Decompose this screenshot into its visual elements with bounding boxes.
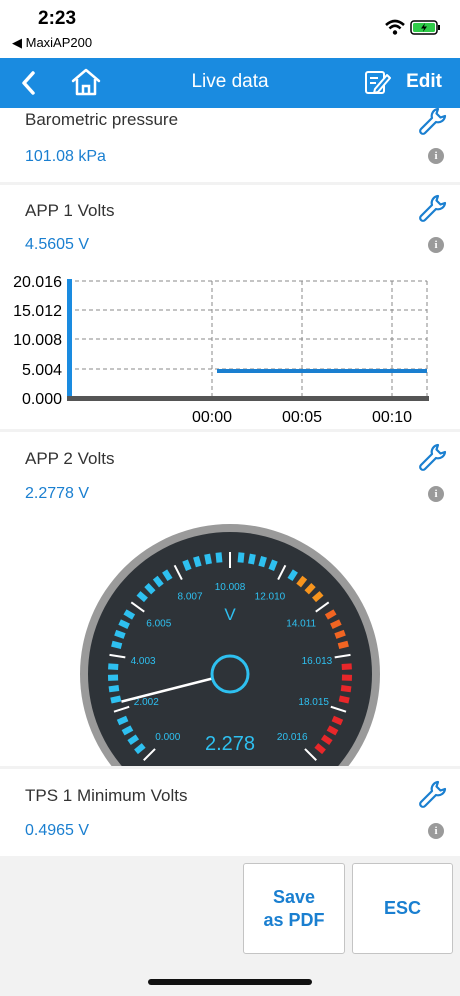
- gauge-minor-tick: [237, 552, 245, 563]
- gauge-minor-tick: [334, 629, 346, 639]
- gauge-minor-tick: [121, 725, 134, 736]
- bottom-toolbar: Save as PDF ESC: [0, 856, 460, 996]
- gauge-minor-tick: [108, 663, 119, 670]
- gauge-minor-tick: [248, 553, 256, 565]
- x-axis-bar: [67, 396, 429, 401]
- edit-label: Edit: [406, 71, 442, 92]
- gauge-scale-label: 12.010: [255, 592, 286, 603]
- status-time: 2:23: [38, 8, 77, 29]
- gauge-minor-tick: [182, 559, 192, 571]
- edit-button[interactable]: Edit: [364, 67, 442, 97]
- gauge-unit: V: [224, 605, 236, 624]
- edit-icon: [365, 71, 392, 94]
- gauge-minor-tick: [108, 685, 120, 693]
- battery-icon: [410, 20, 440, 35]
- wrench-icon[interactable]: [418, 193, 448, 223]
- info-icon[interactable]: i: [428, 823, 444, 839]
- gauge: 0.000 2.002 4.003 6.005 8.007 10.008 12.010 14.…: [80, 524, 380, 766]
- home-indicator: [148, 979, 312, 985]
- gauge-scale-label: 6.005: [146, 618, 171, 629]
- gauge-scale-label: 8.007: [178, 592, 203, 603]
- gauge-minor-tick: [118, 619, 130, 630]
- item-card-app2-volts: APP 2 Volts 2.2778 V i 0.000 2.002 4.003 6.…: [0, 432, 460, 766]
- back-to-app-link[interactable]: ◀ MaxiAP200: [12, 35, 92, 51]
- gauge-scale-label: 4.003: [131, 656, 156, 667]
- gauge-scale-label: 0.000: [155, 732, 180, 743]
- gauge-minor-tick: [338, 695, 350, 704]
- gauge-reading: 2.278: [205, 733, 255, 755]
- x-tick-label: 00:00: [192, 409, 232, 426]
- item-value: 0.4965 V: [25, 822, 90, 839]
- info-icon[interactable]: i: [428, 237, 444, 253]
- gauge-scale-label: 18.015: [298, 697, 329, 708]
- gauge-scale-label: 2.002: [134, 697, 159, 708]
- wrench-icon[interactable]: [418, 779, 448, 809]
- esc-button[interactable]: ESC: [352, 863, 453, 954]
- y-tick-label: 20.016: [13, 274, 62, 291]
- gauge-minor-tick: [258, 556, 267, 568]
- status-icons: [385, 19, 440, 35]
- item-card-barometric-pressure: Barometric pressure 101.08 kPa i: [0, 106, 460, 182]
- gauge-minor-tick: [326, 725, 339, 736]
- gauge-hub: [210, 654, 250, 694]
- y-axis-bar: [67, 279, 72, 399]
- save-as-pdf-label-line1: Save: [272, 886, 316, 907]
- y-tick-label: 10.008: [13, 332, 62, 349]
- item-name: Barometric pressure: [25, 110, 179, 129]
- gauge-scale-label: 20.016: [277, 732, 308, 743]
- gauge-minor-tick: [204, 553, 212, 565]
- save-as-pdf-button[interactable]: Save as PDF: [243, 863, 345, 954]
- gauge-minor-tick: [268, 559, 278, 571]
- gauge-minor-tick: [114, 629, 126, 639]
- gauge-minor-tick: [331, 715, 344, 726]
- gauge-minor-tick: [111, 640, 123, 650]
- gauge-minor-tick: [116, 715, 129, 726]
- info-icon[interactable]: i: [428, 148, 444, 164]
- y-tick-label: 5.004: [22, 362, 62, 379]
- gauge-minor-tick: [337, 640, 349, 650]
- x-tick-label: 00:05: [282, 409, 322, 426]
- item-card-tps1-minimum-volts: TPS 1 Minimum Volts 0.4965 V i: [0, 769, 460, 856]
- item-value: 101.08 kPa: [25, 148, 106, 165]
- wrench-icon[interactable]: [418, 106, 448, 136]
- y-tick-label: 15.012: [13, 303, 62, 320]
- item-value: 4.5605 V: [25, 236, 90, 253]
- gauge-minor-tick: [110, 695, 122, 704]
- gauge-minor-tick: [215, 552, 223, 563]
- item-card-app1-volts: APP 1 Volts 4.5605 V i 20.016 15.012 10.…: [0, 185, 460, 429]
- save-as-pdf-label-line2: as PDF: [263, 909, 325, 930]
- gauge-minor-tick: [340, 685, 352, 693]
- gauge-minor-tick: [341, 663, 352, 670]
- wifi-icon: [385, 19, 405, 35]
- nav-bar: Live data Edit: [0, 58, 460, 108]
- gauge-scale-label: 10.008: [215, 582, 246, 593]
- status-bar: 2:23 ◀ MaxiAP200: [0, 0, 460, 58]
- gauge-scale-label: 14.011: [286, 618, 316, 629]
- item-name: TPS 1 Minimum Volts: [25, 786, 188, 805]
- gauge-minor-tick: [330, 619, 342, 630]
- gauge-scale-label: 16.013: [302, 656, 333, 667]
- y-tick-label: 0.000: [22, 391, 62, 408]
- live-line-chart: 20.016 15.012 10.008 5.004 0.000 00:00 0…: [13, 274, 429, 426]
- gauge-minor-tick: [193, 556, 202, 568]
- x-tick-label: 00:10: [372, 409, 412, 426]
- item-name: APP 1 Volts: [25, 201, 115, 220]
